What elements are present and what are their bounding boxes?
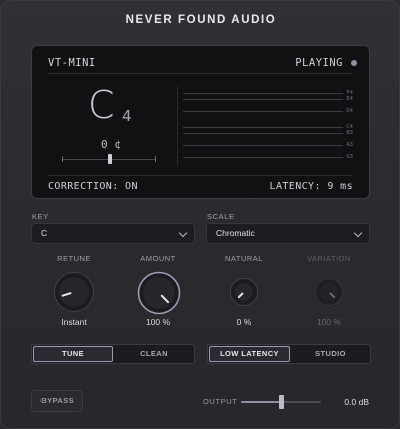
clean-button[interactable]: CLEAN	[114, 346, 194, 362]
low-latency-button[interactable]: LOW LATENCY	[209, 346, 290, 362]
pitch-label: G3	[346, 154, 353, 160]
pitch-label: D4	[346, 108, 353, 114]
scale-label: SCALE	[207, 212, 235, 221]
detected-note: C	[88, 83, 115, 127]
cents-tick	[155, 156, 156, 162]
output-label: OUTPUT	[203, 397, 238, 406]
knob-graphic	[54, 272, 94, 312]
key-label: KEY	[32, 212, 49, 221]
amount-value: 100 %	[145, 317, 171, 327]
natural-label: NATURAL	[225, 254, 263, 263]
key-value: C	[41, 228, 48, 238]
pitch-label: B3	[346, 130, 353, 136]
pitch-line	[183, 145, 343, 146]
display-divider	[48, 175, 353, 176]
display-divider	[48, 73, 353, 74]
retune-value: Instant	[61, 317, 87, 327]
detected-octave: 4	[122, 107, 132, 125]
scale-value: Chromatic	[216, 228, 255, 238]
correction-status: CORRECTION: ON	[48, 181, 138, 192]
chevron-down-icon	[178, 228, 188, 238]
pitch-line	[183, 93, 343, 94]
brand-title: NEVER FOUND AUDIO	[125, 14, 277, 26]
cents-readout: 0 ¢	[101, 138, 121, 151]
retune-label: RETUNE	[57, 254, 91, 263]
output-value: 0.0 dB	[344, 397, 369, 407]
knob-graphic	[137, 271, 181, 315]
pitch-line	[183, 133, 343, 134]
latency-segment: LOW LATENCY STUDIO	[207, 344, 371, 364]
output-slider-thumb[interactable]	[278, 395, 284, 409]
variation-label: VARIATION	[307, 254, 351, 263]
amount-label: AMOUNT	[140, 254, 176, 263]
tuner-display: VT-MINI PLAYING C 4 0 ¢ F4 E4 D4 C4 B3 A3 G3 C…	[31, 45, 370, 199]
knob-graphic	[230, 278, 258, 306]
output-slider-fill	[241, 401, 281, 403]
natural-value: 0 %	[236, 317, 252, 327]
bypass-button[interactable]: BYPASS	[31, 390, 83, 412]
bypass-label: BYPASS	[41, 396, 74, 405]
bypass-indicator-icon	[40, 399, 43, 402]
variation-value: 100 %	[316, 317, 342, 327]
status-text: PLAYING	[295, 57, 343, 69]
latency-readout: LATENCY: 9 ms	[269, 181, 353, 192]
mode-segment: TUNE CLEAN	[31, 344, 195, 364]
plugin-window: NEVER FOUND AUDIO VT-MINI PLAYING C 4 0 …	[0, 0, 400, 429]
amount-knob[interactable]	[137, 271, 181, 315]
meter-separator	[177, 86, 178, 166]
pitch-line	[183, 99, 343, 100]
variation-knob[interactable]	[314, 277, 344, 307]
pitch-line	[183, 127, 343, 128]
scale-select[interactable]: Chromatic	[206, 223, 370, 244]
key-select[interactable]: C	[31, 223, 195, 244]
knob-graphic	[315, 278, 343, 306]
display-title: VT-MINI	[48, 57, 96, 69]
status-indicator-icon	[351, 60, 357, 66]
pitch-line	[183, 111, 343, 112]
pitch-label: E4	[346, 96, 353, 102]
natural-knob[interactable]	[229, 277, 259, 307]
chevron-down-icon	[353, 228, 363, 238]
cents-tick	[62, 156, 63, 162]
pitch-line	[183, 157, 343, 158]
tune-button[interactable]: TUNE	[33, 346, 113, 362]
studio-button[interactable]: STUDIO	[291, 346, 370, 362]
cents-marker	[108, 154, 112, 164]
pitch-label: A3	[346, 142, 353, 148]
retune-knob[interactable]	[53, 271, 95, 313]
